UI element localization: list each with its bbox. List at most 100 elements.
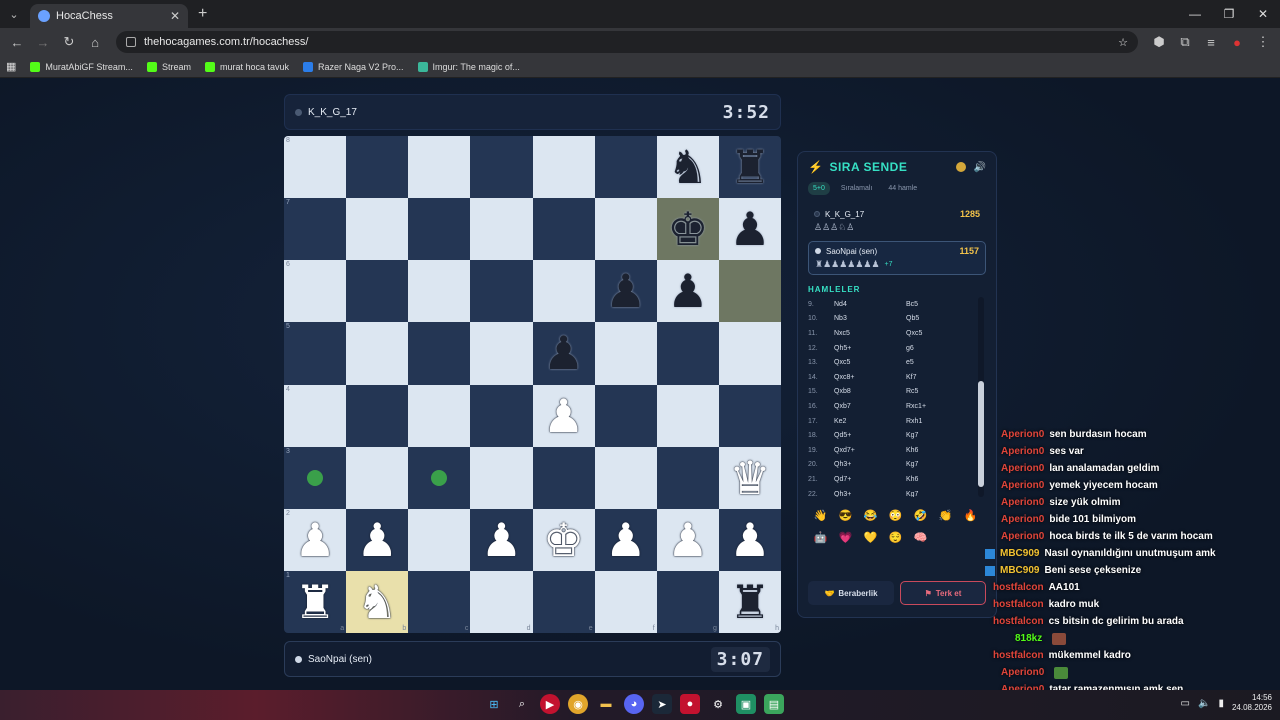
square-g7[interactable]: ♚: [656, 198, 719, 261]
coin-icon[interactable]: [955, 161, 966, 172]
square-c1[interactable]: c: [408, 570, 471, 633]
emoji-reaction-button[interactable]: 👋: [808, 507, 833, 523]
apps-grid-icon[interactable]: ▦: [6, 60, 16, 73]
volume-icon[interactable]: 🔈: [1198, 698, 1210, 709]
black-move[interactable]: Kg7: [906, 491, 966, 497]
square-e8[interactable]: [532, 136, 595, 199]
file-explorer-icon[interactable]: ▬: [596, 694, 616, 714]
sound-icon[interactable]: 🔊: [974, 162, 986, 173]
white-move[interactable]: Qxd7+: [834, 447, 906, 454]
app-icon[interactable]: ▣: [736, 694, 756, 714]
minimize-icon[interactable]: —: [1178, 0, 1212, 28]
square-a1[interactable]: 1 a ♜: [284, 570, 347, 633]
square-g2[interactable]: ♟: [656, 508, 719, 571]
square-b8[interactable]: [346, 136, 409, 199]
square-f4[interactable]: [594, 384, 657, 447]
emoji-reaction-button[interactable]: 💗: [833, 529, 858, 545]
square-d3[interactable]: [470, 446, 533, 509]
square-c4[interactable]: [408, 384, 471, 447]
white-move[interactable]: Qd7+: [834, 476, 906, 483]
emoji-reaction-button[interactable]: 🧠: [908, 529, 933, 545]
square-d5[interactable]: [470, 322, 533, 385]
square-d7[interactable]: [470, 198, 533, 261]
emoji-reaction-button[interactable]: 😎: [833, 507, 858, 523]
square-d4[interactable]: [470, 384, 533, 447]
legal-move-dot[interactable]: [307, 469, 324, 486]
notepad-icon[interactable]: ▤: [764, 694, 784, 714]
white-pawn-piece[interactable]: ♟: [543, 393, 584, 439]
new-tab-icon[interactable]: +: [198, 5, 207, 23]
square-c3[interactable]: [408, 446, 471, 509]
forward-icon[interactable]: →: [32, 31, 54, 53]
white-pawn-piece[interactable]: ♟: [294, 517, 335, 563]
browser-tab[interactable]: HocaChess ✕: [30, 4, 188, 28]
bookmark-item[interactable]: Razer Naga V2 Pro...: [303, 61, 404, 72]
bookmark-item[interactable]: murat hoca tavuk: [204, 61, 289, 72]
chrome-icon[interactable]: ◉: [568, 694, 588, 714]
start-icon[interactable]: ⊞: [484, 694, 504, 714]
white-move[interactable]: Qh3+: [834, 491, 906, 497]
square-f7[interactable]: [594, 198, 657, 261]
square-b1[interactable]: b ♞: [346, 570, 409, 633]
bookmark-item[interactable]: Stream: [146, 61, 191, 72]
square-a7[interactable]: 7: [284, 198, 347, 261]
square-f1[interactable]: f: [594, 570, 657, 633]
square-g6[interactable]: ♟: [656, 260, 719, 323]
black-move[interactable]: e5: [906, 359, 966, 366]
square-a2[interactable]: 2 ♟: [284, 508, 347, 571]
white-move[interactable]: Nd4: [834, 301, 906, 308]
square-f8[interactable]: [594, 136, 657, 199]
white-pawn-piece[interactable]: ♟: [667, 517, 708, 563]
bookmark-star-icon[interactable]: ☆: [1118, 36, 1128, 49]
white-move[interactable]: Qh5+: [834, 345, 906, 352]
white-knight-piece[interactable]: ♞: [357, 579, 398, 625]
black-move[interactable]: Kh6: [906, 476, 966, 483]
close-window-icon[interactable]: ✕: [1246, 0, 1280, 28]
search-icon[interactable]: ⌕: [512, 694, 532, 714]
profile-avatar-icon[interactable]: ●: [1226, 31, 1248, 53]
black-move[interactable]: Bc5: [906, 301, 966, 308]
square-b2[interactable]: ♟: [346, 508, 409, 571]
square-h1[interactable]: h ♜: [718, 570, 781, 633]
black-move[interactable]: Qb5: [906, 315, 966, 322]
square-c8[interactable]: [408, 136, 471, 199]
resign-button[interactable]: ⚑ Terk et: [900, 581, 986, 605]
tab-close-icon[interactable]: ✕: [170, 9, 180, 23]
black-move[interactable]: g6: [906, 345, 966, 352]
emoji-reaction-button[interactable]: 👏: [933, 507, 958, 523]
square-d1[interactable]: d: [470, 570, 533, 633]
white-move[interactable]: Nxc5: [834, 330, 906, 337]
emoji-reaction-button[interactable]: 🔥: [958, 507, 983, 523]
square-b6[interactable]: [346, 260, 409, 323]
square-e3[interactable]: [532, 446, 595, 509]
white-pawn-piece[interactable]: ♟: [729, 517, 770, 563]
square-d6[interactable]: [470, 260, 533, 323]
square-a6[interactable]: 6: [284, 260, 347, 323]
square-g8[interactable]: ♞: [656, 136, 719, 199]
extension-icon[interactable]: ⬢: [1148, 31, 1170, 53]
black-move[interactable]: Rc5: [906, 388, 966, 395]
square-g1[interactable]: g: [656, 570, 719, 633]
black-pawn-piece[interactable]: ♟: [667, 268, 708, 314]
move-list-scrollbar[interactable]: [978, 297, 984, 497]
media-player-icon[interactable]: ▶: [540, 694, 560, 714]
site-info-icon[interactable]: [126, 37, 136, 47]
maximize-icon[interactable]: ❐: [1212, 0, 1246, 28]
square-b3[interactable]: [346, 446, 409, 509]
white-queen-piece[interactable]: ♛: [729, 455, 770, 501]
square-h5[interactable]: [718, 322, 781, 385]
white-pawn-piece[interactable]: ♟: [605, 517, 646, 563]
black-move[interactable]: Kg7: [906, 432, 966, 439]
media-icon[interactable]: ≡: [1200, 31, 1222, 53]
emoji-reaction-button[interactable]: 😳: [883, 507, 908, 523]
black-move[interactable]: Rxh1: [906, 418, 966, 425]
black-pawn-piece[interactable]: ♟: [605, 268, 646, 314]
white-move[interactable]: Qxb7: [834, 403, 906, 410]
square-c6[interactable]: [408, 260, 471, 323]
black-move[interactable]: Kh6: [906, 447, 966, 454]
square-f3[interactable]: [594, 446, 657, 509]
square-a8[interactable]: 8: [284, 136, 347, 199]
steam-icon[interactable]: ➤: [652, 694, 672, 714]
bookmark-item[interactable]: Imgur: The magic of...: [417, 61, 520, 72]
move-row[interactable]: 22. Qh3+ Kg7: [808, 487, 986, 497]
